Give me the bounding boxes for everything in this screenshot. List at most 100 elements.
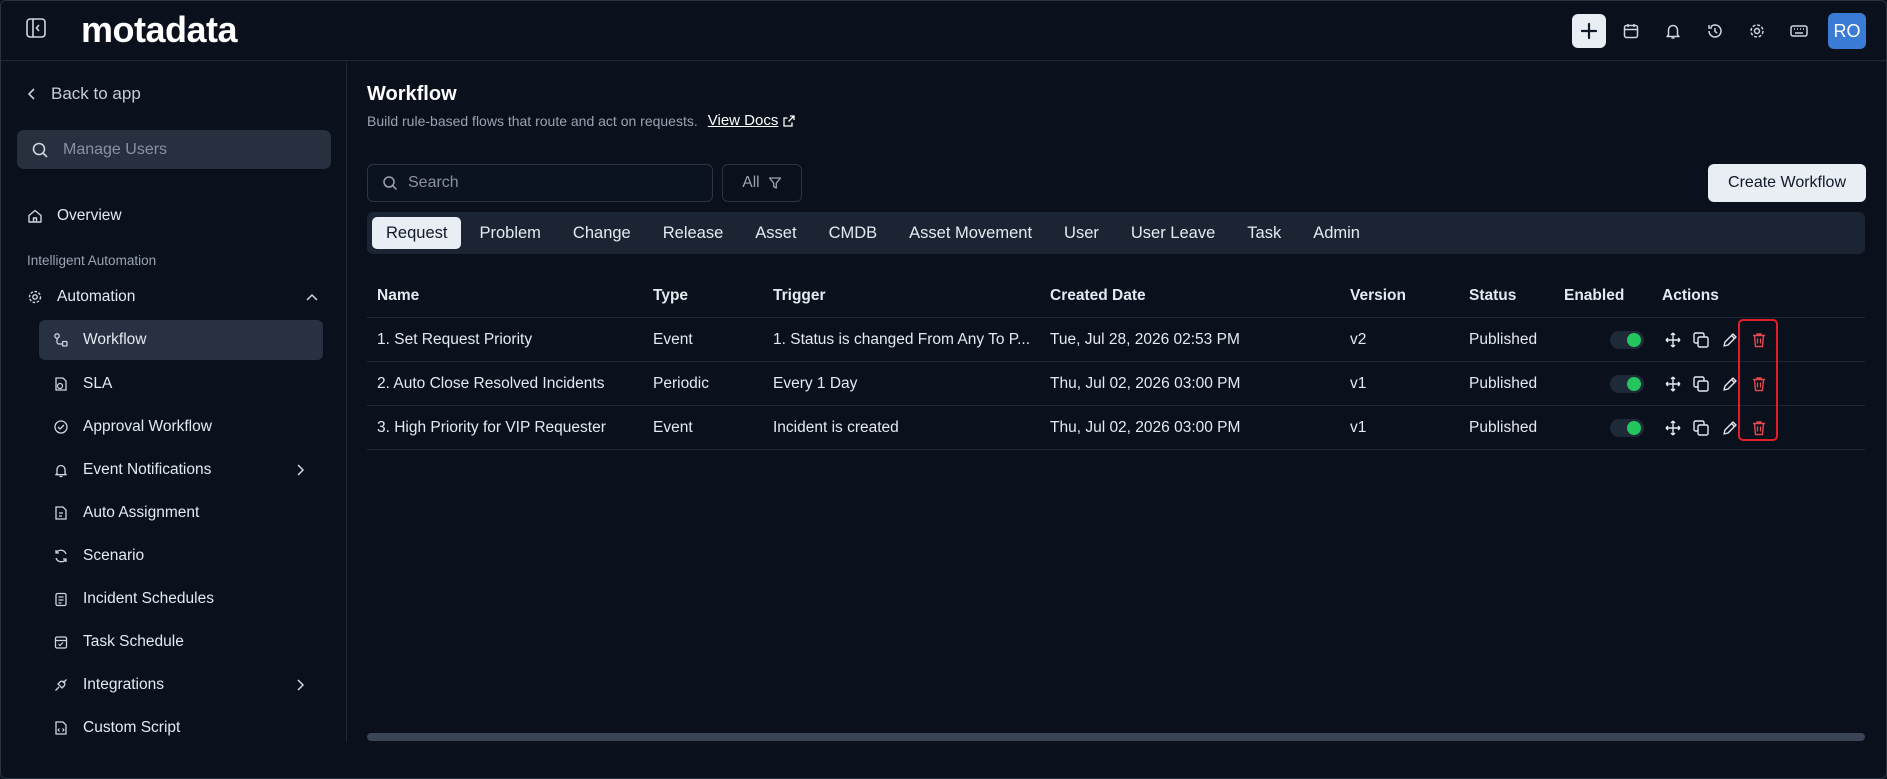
delete-icon[interactable] <box>1750 375 1768 393</box>
copy-icon[interactable] <box>1692 419 1710 437</box>
view-docs-link[interactable]: View Docs <box>708 112 797 129</box>
table-row[interactable]: 1. Set Request Priority Event 1. Status … <box>367 318 1865 362</box>
sidebar-item-label: Incident Schedules <box>83 590 214 607</box>
chevron-right-icon <box>297 679 305 691</box>
top-actions: RO <box>1572 13 1866 49</box>
search-input[interactable] <box>408 174 698 192</box>
tab-asset-movement[interactable]: Asset Movement <box>895 217 1046 249</box>
enabled-toggle[interactable] <box>1610 331 1644 349</box>
table-header: Name Type Trigger Created Date Version S… <box>367 274 1865 318</box>
sidebar-item-integrations[interactable]: Integrations <box>39 665 323 705</box>
main-content: Workflow Build rule-based flows that rou… <box>348 62 1886 742</box>
tab-task[interactable]: Task <box>1233 217 1295 249</box>
column-header[interactable]: Created Date <box>1050 274 1146 318</box>
sidebar-item-approval-workflow[interactable]: Approval Workflow <box>39 407 323 447</box>
move-icon[interactable] <box>1664 331 1682 349</box>
sidebar-item-sla[interactable]: SLA <box>39 364 323 404</box>
column-header[interactable]: Version <box>1350 274 1406 318</box>
chevron-left-icon <box>27 88 35 100</box>
move-icon[interactable] <box>1664 419 1682 437</box>
home-icon <box>28 209 42 223</box>
sidebar-search <box>17 130 331 169</box>
sidebar-item-auto-assignment[interactable]: Auto Assignment <box>39 493 323 533</box>
tab-problem[interactable]: Problem <box>465 217 554 249</box>
table-row[interactable]: 3. High Priority for VIP Requester Event… <box>367 406 1865 450</box>
copy-icon[interactable] <box>1692 331 1710 349</box>
column-header: Enabled <box>1564 287 1625 304</box>
column-header: Actions <box>1662 287 1719 304</box>
column-header[interactable]: Type <box>653 274 688 318</box>
tab-user[interactable]: User <box>1050 217 1113 249</box>
cell-version: v1 <box>1350 419 1367 436</box>
subtitle-text: Build rule-based flows that route and ac… <box>367 112 698 129</box>
refresh-icon <box>55 549 67 563</box>
back-to-app-link[interactable]: Back to app <box>27 84 141 104</box>
tab-cmdb[interactable]: CMDB <box>815 217 892 249</box>
tab-request[interactable]: Request <box>372 217 462 249</box>
cell-name[interactable]: 2. Auto Close Resolved Incidents <box>377 362 604 406</box>
sidebar-item-label: Automation <box>57 288 136 305</box>
calendar-check-icon <box>54 636 68 649</box>
column-header[interactable]: Trigger <box>773 274 826 318</box>
schedule-icon <box>55 592 67 607</box>
sidebar-group-automation[interactable]: Automation <box>27 288 319 306</box>
search-icon <box>383 176 398 191</box>
gear-icon[interactable] <box>1740 14 1774 48</box>
cell-type: Event <box>653 419 693 436</box>
chevron-right-icon <box>297 464 305 476</box>
cell-name[interactable]: 1. Set Request Priority <box>377 318 532 362</box>
sidebar-item-task-schedule[interactable]: Task Schedule <box>39 622 323 662</box>
sidebar-search-input[interactable] <box>63 140 303 159</box>
copy-icon[interactable] <box>1692 375 1710 393</box>
tab-admin[interactable]: Admin <box>1299 217 1374 249</box>
script-icon <box>55 721 67 735</box>
tab-change[interactable]: Change <box>559 217 645 249</box>
cell-name[interactable]: 3. High Priority for VIP Requester <box>377 406 606 450</box>
filter-icon <box>768 177 781 189</box>
horizontal-scrollbar[interactable] <box>367 733 1865 741</box>
plus-icon[interactable] <box>1572 14 1606 48</box>
delete-icon[interactable] <box>1750 419 1768 437</box>
enabled-toggle[interactable] <box>1610 375 1644 393</box>
move-icon[interactable] <box>1664 375 1682 393</box>
sidebar-item-label: Scenario <box>83 547 145 564</box>
filter-button[interactable]: All <box>722 164 802 202</box>
history-icon[interactable] <box>1698 14 1732 48</box>
column-header[interactable]: Name <box>377 274 419 318</box>
tab-release[interactable]: Release <box>649 217 738 249</box>
enabled-toggle[interactable] <box>1610 419 1644 437</box>
create-workflow-button[interactable]: Create Workflow <box>1708 164 1866 202</box>
app-window: motadata RO Back to app Manage Users Ove… <box>0 0 1887 779</box>
workflow-icon <box>54 333 68 347</box>
sidebar-item-label: Integrations <box>83 676 164 693</box>
table-row[interactable]: 2. Auto Close Resolved Incidents Periodi… <box>367 362 1865 406</box>
tab-asset[interactable]: Asset <box>741 217 810 249</box>
section-label: Intelligent Automation <box>27 253 157 268</box>
tab-user-leave[interactable]: User Leave <box>1117 217 1229 249</box>
column-header[interactable]: Status <box>1469 274 1516 318</box>
delete-icon[interactable] <box>1750 331 1768 349</box>
sidebar-item-scenario[interactable]: Scenario <box>39 536 323 576</box>
edit-icon[interactable] <box>1721 419 1739 437</box>
back-label: Back to app <box>51 84 141 103</box>
app-logo: motadata <box>81 9 238 50</box>
sidebar-toggle-icon[interactable] <box>25 17 47 39</box>
cell-type: Event <box>653 331 693 348</box>
edit-icon[interactable] <box>1721 331 1739 349</box>
keyboard-icon[interactable] <box>1782 14 1816 48</box>
cell-trigger: Incident is created <box>773 419 899 436</box>
sidebar-item-custom-script[interactable]: Custom Script <box>39 708 323 748</box>
toggle-knob <box>1627 421 1641 435</box>
sidebar-item-overview[interactable]: Overview <box>27 207 122 225</box>
sidebar-item-event-notifications[interactable]: Event Notifications <box>39 450 323 490</box>
edit-icon[interactable] <box>1721 375 1739 393</box>
view-docs-label: View Docs <box>707 112 779 129</box>
bell-icon[interactable] <box>1656 14 1690 48</box>
cell-version: v1 <box>1350 375 1367 392</box>
top-bar: motadata RO <box>1 1 1886 61</box>
avatar[interactable]: RO <box>1828 13 1866 49</box>
sidebar-item-incident-schedules[interactable]: Incident Schedules <box>39 579 323 619</box>
sidebar-item-workflow[interactable]: Workflow <box>39 320 323 360</box>
calendar-icon[interactable] <box>1614 14 1648 48</box>
cell-status: Published <box>1469 375 1538 392</box>
